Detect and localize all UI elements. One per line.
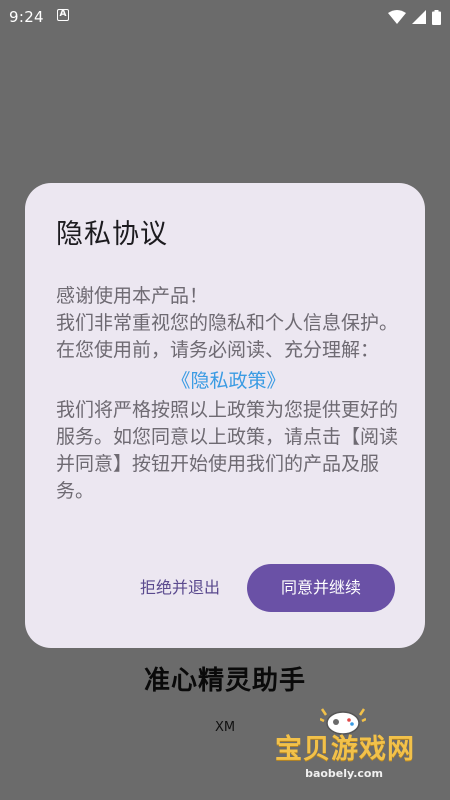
battery-icon — [432, 9, 441, 25]
watermark: 宝贝游戏网 baobely.com — [270, 705, 440, 785]
dialog-intro-line: 我们非常重视您的隐私和个人信息保护。在您使用前，请务必阅读、充分理解： — [56, 312, 399, 361]
watermark-text: 宝贝游戏网 — [275, 734, 415, 765]
dialog-intro-line: 感谢使用本产品！ — [56, 285, 209, 307]
dialog-body: 感谢使用本产品！ 我们非常重视您的隐私和个人信息保护。在您使用前，请务必阅读、充… — [56, 283, 401, 505]
status-time: 9:24 — [9, 8, 44, 26]
dialog-title: 隐私协议 — [56, 219, 168, 250]
privacy-dialog: 隐私协议 感谢使用本产品！ 我们非常重视您的隐私和个人信息保护。在您使用前，请务… — [25, 183, 425, 648]
watermark-url: baobely.com — [305, 767, 383, 780]
dialog-outro: 我们将严格按照以上政策为您提供更好的服务。如您同意以上政策，请点击【阅读并同意】… — [56, 399, 399, 502]
wifi-icon — [388, 10, 406, 24]
privacy-policy-link[interactable]: 《隐私政策》 — [56, 368, 401, 395]
status-icons — [388, 7, 441, 27]
app-title: 准心精灵助手 — [143, 666, 306, 696]
agree-continue-button[interactable]: 同意并继续 — [247, 564, 395, 612]
app-notification-icon: A — [57, 9, 69, 21]
reject-exit-button[interactable]: 拒绝并退出 — [128, 568, 232, 608]
status-bar: 9:24 A — [0, 0, 450, 34]
signal-icon — [412, 10, 426, 24]
